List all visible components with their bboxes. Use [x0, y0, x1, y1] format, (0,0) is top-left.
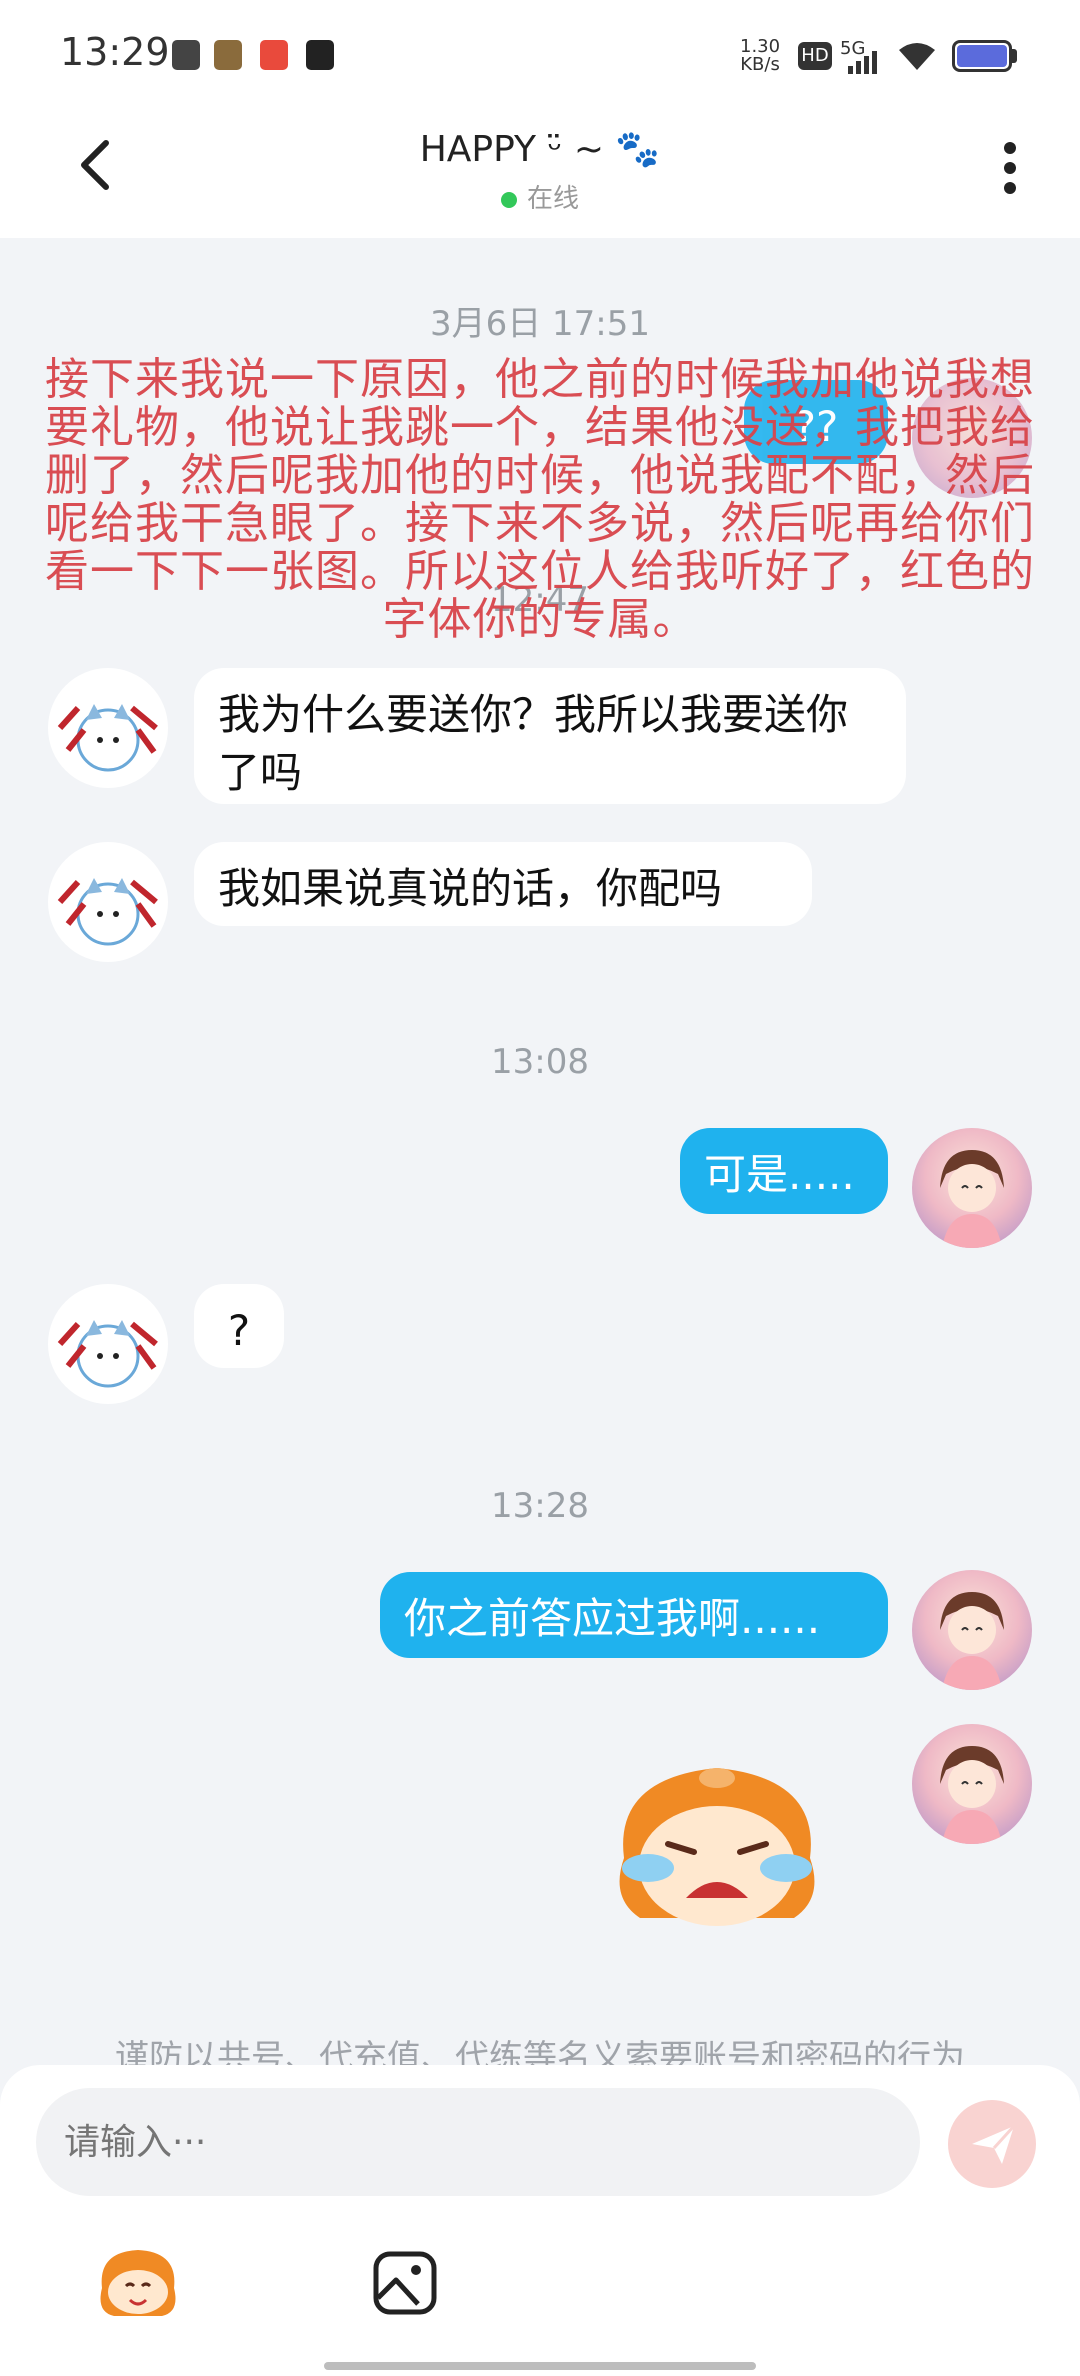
timestamp: 13:28 [491, 1486, 589, 1526]
overlay-annotation-text: 接下来我说一下原因，他之前的时候我加他说我想要礼物，他说让我跳一个，结果他没送，… [45, 354, 1035, 645]
message-bubble-incoming[interactable]: ? [194, 1284, 284, 1368]
app-notification-icon [260, 40, 288, 70]
girl-avatar-icon [940, 1150, 1004, 1248]
more-icon[interactable] [1000, 140, 1020, 196]
cat-avatar-icon [57, 704, 158, 772]
sticker-icon[interactable] [92, 2244, 184, 2320]
contact-avatar[interactable] [48, 668, 168, 788]
crying-sticker-icon[interactable] [594, 1748, 840, 1938]
message-bubble-incoming[interactable]: 我为什么要送你？我所以我要送你了吗 [194, 668, 906, 804]
hd-icon: HD [798, 42, 832, 70]
net-speed: 1.30 KB/s [740, 36, 781, 75]
cat-avatar-icon [57, 878, 158, 946]
timestamp: 3月6日 17:51 [429, 304, 651, 344]
battery-level [957, 45, 1007, 67]
online-status: 在线 [0, 178, 1080, 215]
timestamp: 13:08 [491, 1042, 589, 1082]
home-indicator[interactable] [324, 2362, 756, 2370]
image-icon[interactable] [372, 2250, 438, 2316]
message-bubble-outgoing[interactable]: 你之前答应过我啊...... [380, 1572, 888, 1658]
message-bubble-outgoing[interactable]: 可是..... [680, 1128, 888, 1214]
my-avatar[interactable] [912, 1724, 1032, 1844]
recording-icon [306, 40, 334, 70]
my-avatar[interactable] [912, 1128, 1032, 1248]
contact-avatar[interactable] [48, 842, 168, 962]
message-input[interactable] [36, 2088, 920, 2196]
girl-avatar-icon [940, 1592, 1004, 1690]
online-dot-icon [500, 191, 517, 208]
contact-avatar[interactable] [48, 1284, 168, 1404]
send-button[interactable] [948, 2100, 1036, 2188]
chat-title: HAPPY ᵕ̈ ~ 🐾 [419, 129, 661, 170]
girl-avatar-icon [940, 1746, 1004, 1844]
cat-avatar-icon [57, 1320, 158, 1388]
notification-icon [172, 40, 200, 70]
message-bubble-incoming[interactable]: 我如果说真说的话，你配吗 [194, 842, 812, 926]
status-time: 13:29 [60, 30, 170, 74]
signal-icon [848, 51, 877, 74]
send-icon [972, 2124, 1016, 2164]
app-notification-icon [214, 40, 242, 70]
wifi-icon [899, 43, 935, 70]
my-avatar[interactable] [912, 1570, 1032, 1690]
